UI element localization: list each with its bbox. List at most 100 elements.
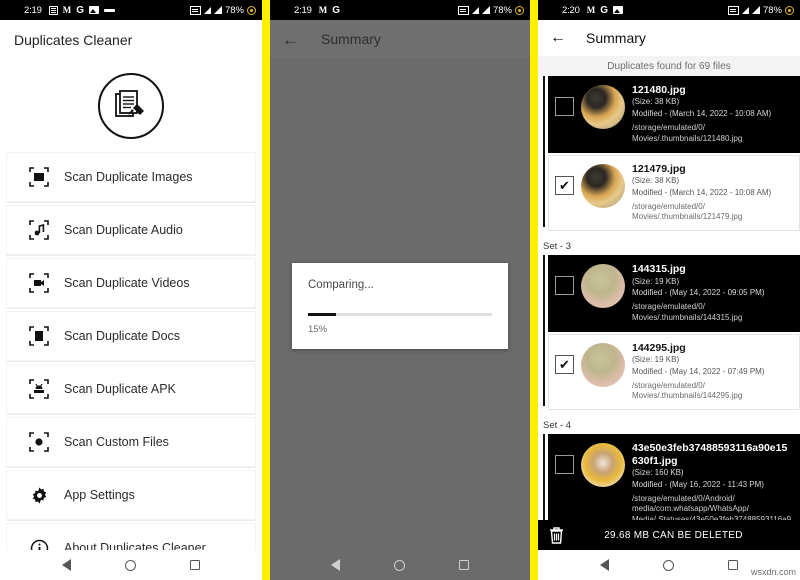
dimmed-overlay: ← Summary Comparing... 15% [270, 20, 530, 580]
menu-item-label: App Settings [64, 488, 135, 502]
trash-icon [550, 526, 563, 544]
content-area-panel2: Comparing... 15% [270, 58, 530, 550]
scan-custom-icon [28, 431, 50, 453]
file-name: 121480.jpg [632, 84, 686, 96]
battery-saver-icon [515, 5, 524, 15]
file-path: /storage/emulated/0/Android/media/com.wh… [632, 493, 792, 520]
file-path: /storage/emulated/0/Movies/.thumbnails/1… [632, 122, 743, 143]
file-meta: 144295.jpg (Size: 19 KB) Modified - (May 1… [632, 341, 793, 403]
file-size: (Size: 38 KB) [632, 175, 680, 185]
progress-bar-fill [308, 313, 336, 316]
file-row[interactable]: 144315.jpg (Size: 19 KB) Modified - (May 1… [548, 255, 800, 332]
page-title: Summary [321, 31, 381, 47]
menu-item-scan-duplicate-images[interactable]: Scan Duplicate Images [6, 152, 256, 203]
status-system-icons: 78% [189, 5, 256, 16]
checkbox-unchecked[interactable] [555, 97, 574, 116]
checkbox-unchecked[interactable] [555, 276, 574, 296]
delete-bar[interactable]: 29.68 MB CAN BE DELETED [538, 520, 800, 550]
checkbox-checked[interactable]: ✔ [555, 175, 574, 195]
results-scroll-area[interactable]: 121480.jpg (Size: 38 KB) Modified - (March… [538, 76, 800, 520]
set-indicator-bar [543, 434, 545, 520]
watermark: wsxdn.com [750, 567, 796, 577]
file-meta: 43e50e3feb37488593116a90e15630f1.jpg (Siz… [632, 441, 793, 520]
android-nav-bar-panel1 [0, 550, 262, 580]
status-time: 2:19 [24, 4, 42, 16]
file-meta: 121480.jpg (Size: 38 KB) Modified - (March… [632, 83, 793, 145]
file-name: 43e50e3feb37488593116a90e15630f1.jpg [632, 442, 788, 467]
dialog-title: Comparing... [308, 279, 374, 291]
gmail-icon: M [318, 5, 328, 15]
set-indicator-bar [543, 255, 545, 407]
file-row[interactable]: 43e50e3feb37488593116a90e15630f1.jpg (Siz… [548, 434, 800, 520]
progress-percent-label: 15% [308, 324, 328, 335]
file-name: 121479.jpg [632, 162, 686, 175]
file-row[interactable]: ✔ 121479.jpg (Size: 38 KB) Modified - (Marc… [548, 154, 800, 232]
nav-home-icon[interactable] [663, 559, 674, 571]
scan-audio-icon [28, 219, 50, 241]
nav-back-icon[interactable] [331, 559, 340, 571]
file-thumbnail [581, 264, 625, 309]
menu-item-scan-duplicate-videos[interactable]: Scan Duplicate Videos [6, 258, 256, 309]
menu-item-scan-duplicate-docs[interactable]: Scan Duplicate Docs [6, 311, 256, 362]
checkbox-checked[interactable]: ✔ [555, 354, 574, 374]
google-icon: G [76, 4, 84, 16]
scan-apk-icon [28, 378, 50, 400]
status-bar-panel3: 2:20 M G 78% [538, 0, 800, 20]
status-bar-panel1: 2:19 M G 78% [0, 0, 262, 20]
file-row[interactable]: ✔ 144295.jpg (Size: 19 KB) Modified - (May … [548, 333, 800, 411]
battery-percent: 78% [492, 4, 512, 16]
signal-bars-icon [751, 6, 760, 14]
duplicate-set: Set - 3 144315.jpg (Size: 19 KB) Modified -… [538, 237, 800, 411]
menu-item-label: Scan Duplicate Images [64, 170, 193, 184]
file-path: /storage/emulated/0/Movies/.thumbnails/1… [632, 380, 743, 401]
duplicate-set: 121480.jpg (Size: 38 KB) Modified - (March… [538, 76, 800, 232]
nav-recents-icon[interactable] [728, 560, 738, 570]
nav-back-icon[interactable] [62, 559, 71, 571]
results-subheader: Duplicates found for 69 files [538, 56, 800, 76]
file-thumbnail [581, 85, 625, 129]
signal-bars-icon [481, 6, 490, 14]
three-panel-screenshot: 2:19 M G 78% Duplicates Cleaner Scan Dup… [0, 0, 800, 580]
status-notification-icons: M G [587, 5, 623, 16]
checkbox-unchecked[interactable] [555, 455, 574, 475]
nav-back-icon[interactable] [600, 559, 609, 571]
panel-divider-1 [262, 0, 270, 580]
sim-card-icon [189, 5, 201, 15]
back-arrow-icon[interactable]: ← [550, 30, 566, 46]
file-modified: Modified - (March 14, 2022 - 10:08 AM) [632, 187, 772, 197]
photo-icon [88, 6, 99, 14]
nav-recents-icon[interactable] [459, 560, 469, 570]
android-nav-bar-panel2 [270, 550, 530, 580]
set-label: Set - 3 [543, 241, 571, 253]
progress-bar-track [308, 313, 492, 316]
file-name: 144295.jpg [632, 341, 686, 354]
scan-video-icon [28, 272, 50, 294]
back-arrow-icon[interactable]: ← [282, 31, 299, 48]
menu-item-scan-duplicate-audio[interactable]: Scan Duplicate Audio [6, 205, 256, 256]
google-icon: G [600, 4, 608, 16]
nav-recents-icon[interactable] [190, 560, 200, 570]
menu-item-app-settings[interactable]: App Settings [6, 470, 256, 521]
file-row[interactable]: 121480.jpg (Size: 38 KB) Modified - (March… [548, 76, 800, 153]
signal-bars-icon [213, 6, 222, 14]
file-size: (Size: 19 KB) [632, 355, 680, 365]
menu-item-label: Scan Duplicate APK [64, 382, 176, 396]
set-indicator-bar [543, 76, 545, 228]
nav-home-icon[interactable] [394, 559, 405, 571]
status-system-icons: 78% [727, 4, 794, 16]
file-thumbnail [581, 342, 625, 387]
signal-4g-icon [471, 6, 479, 14]
signal-4g-icon [741, 6, 749, 14]
nav-home-icon[interactable] [125, 559, 136, 571]
battery-percent: 78% [762, 4, 782, 16]
app-bar-panel2: ← Summary [270, 20, 530, 58]
menu-item-scan-custom-files[interactable]: Scan Custom Files [6, 417, 256, 468]
status-bar-panel2: 2:19 M G 78% [270, 0, 530, 20]
menu-item-scan-duplicate-apk[interactable]: Scan Duplicate APK [6, 364, 256, 415]
file-modified: Modified - (May 16, 2022 - 11:43 PM) [632, 479, 764, 489]
app-logo-area [0, 60, 262, 152]
status-time: 2:20 [562, 4, 580, 16]
file-path: /storage/emulated/0/Movies/.thumbnails/1… [632, 302, 743, 322]
file-meta: 144315.jpg (Size: 19 KB) Modified - (May 1… [632, 262, 793, 324]
file-modified: Modified - (May 14, 2022 - 09:05 PM) [632, 288, 765, 298]
